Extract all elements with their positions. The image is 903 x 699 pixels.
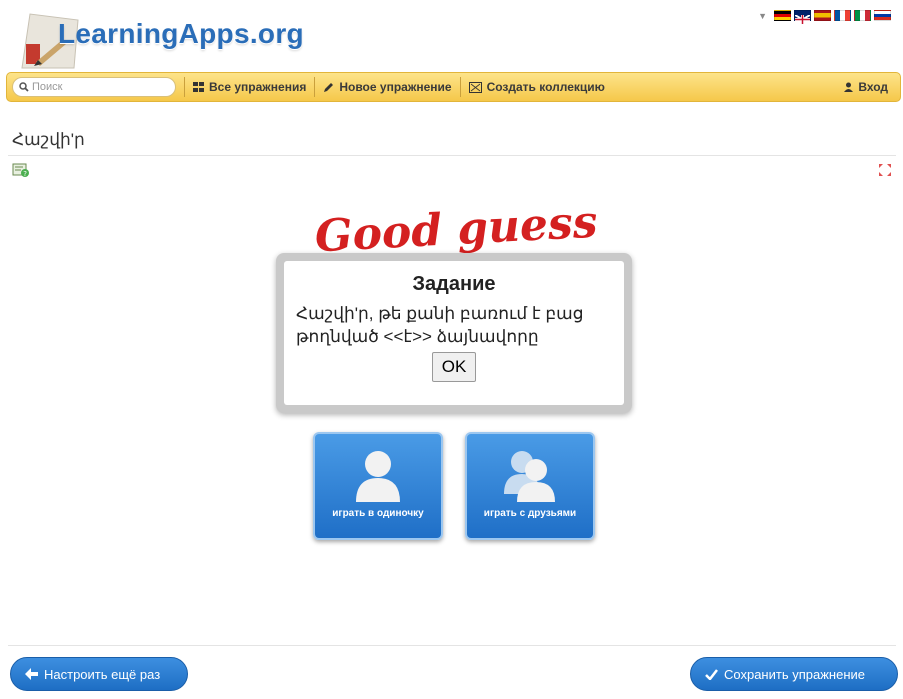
page-title: Հաշվի'ր <box>12 130 85 149</box>
flag-france-icon[interactable] <box>834 10 851 21</box>
new-exercise-link[interactable]: Новое упражнение <box>323 80 452 94</box>
all-exercises-link[interactable]: Все упражнения <box>193 80 306 94</box>
help-icon[interactable]: ? <box>12 162 30 178</box>
grid-icon <box>193 82 204 92</box>
new-exercise-label: Новое упражнение <box>339 80 452 94</box>
flag-russia-icon[interactable] <box>874 10 891 21</box>
login-link[interactable]: Вход <box>844 80 888 94</box>
all-exercises-label: Все упражнения <box>209 80 307 94</box>
single-user-icon <box>356 451 400 502</box>
arrow-left-icon <box>25 668 38 680</box>
dialog-body: Задание Հաշվի'ր, թե քանի բառում է բաց թո… <box>284 261 624 405</box>
save-exercise-button[interactable]: Сохранить упражнение <box>690 657 898 691</box>
language-selector[interactable]: ▼ <box>758 10 891 25</box>
play-with-friends-button[interactable]: играть с друзьями <box>465 432 595 540</box>
footer-divider <box>8 645 896 646</box>
task-dialog: Задание Հաշվի'ր, թե քանի բառում է բաց թո… <box>276 253 632 413</box>
flag-german-icon[interactable] <box>774 10 791 21</box>
flag-italy-icon[interactable] <box>854 10 871 21</box>
create-collection-label: Создать коллекцию <box>486 80 605 94</box>
search-input[interactable]: Поиск <box>12 77 176 97</box>
checkmark-icon <box>705 668 718 680</box>
chevron-down-icon[interactable]: ▼ <box>758 11 767 21</box>
header: LearningApps.org ▼ <box>0 0 903 72</box>
main-toolbar: Поиск Все упражнения Новое упражнение Со… <box>6 72 901 102</box>
flag-uk-icon[interactable] <box>794 10 811 25</box>
pencil-icon <box>324 82 334 92</box>
ok-button[interactable]: OK <box>432 352 476 382</box>
search-placeholder: Поиск <box>32 81 63 93</box>
group-users-icon <box>504 451 555 502</box>
play-friends-label: играть с друзьями <box>483 508 577 519</box>
login-label: Вход <box>858 80 888 94</box>
search-icon <box>19 82 29 92</box>
collection-icon <box>468 81 482 93</box>
play-solo-button[interactable]: играть в одиночку <box>313 432 443 540</box>
toolbar-divider <box>184 77 185 97</box>
fullscreen-icon[interactable] <box>879 164 891 176</box>
reconfigure-label: Настроить ещё раз <box>44 666 161 682</box>
logo-text[interactable]: LearningApps.org <box>58 18 304 50</box>
toolbar-divider <box>314 77 316 97</box>
user-icon <box>844 82 854 92</box>
dialog-text: Հաշվի'ր, թե քանի բառում է բաց թողնված <<… <box>296 304 584 346</box>
dialog-title: Задание <box>412 273 496 295</box>
title-divider <box>8 155 896 156</box>
reconfigure-button[interactable]: Настроить ещё раз <box>10 657 188 691</box>
svg-text:?: ? <box>23 170 27 178</box>
save-exercise-label: Сохранить упражнение <box>724 666 865 682</box>
flag-spain-icon[interactable] <box>814 10 831 21</box>
toolbar-divider <box>459 77 461 97</box>
play-solo-label: играть в одиночку <box>332 508 424 519</box>
create-collection-link[interactable]: Создать коллекцию <box>468 80 605 94</box>
